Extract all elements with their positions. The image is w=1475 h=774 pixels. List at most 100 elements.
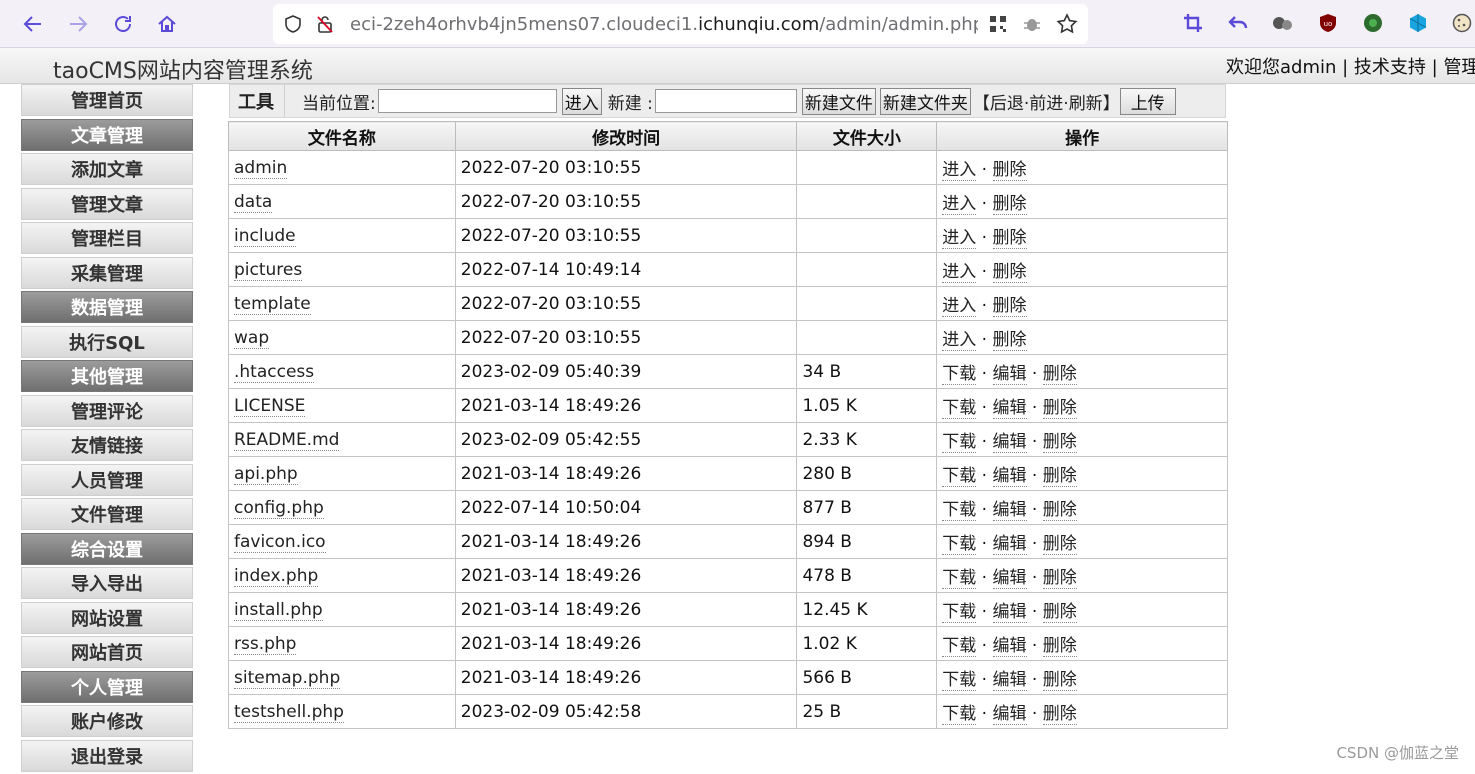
download-link[interactable]: 下载 bbox=[942, 602, 976, 623]
file-name-link[interactable]: wap bbox=[234, 328, 269, 349]
forward-link[interactable]: 前进 bbox=[1029, 94, 1063, 114]
download-link[interactable]: 下载 bbox=[942, 500, 976, 521]
file-name-link[interactable]: data bbox=[234, 192, 272, 213]
upload-button[interactable]: 上传 bbox=[1120, 88, 1176, 115]
forward-arrow-icon[interactable] bbox=[64, 10, 92, 38]
enter-button[interactable]: 进入 bbox=[562, 88, 602, 115]
reload-icon[interactable] bbox=[109, 10, 137, 38]
download-link[interactable]: 下载 bbox=[942, 364, 976, 385]
file-name-link[interactable]: include bbox=[234, 226, 296, 247]
bug-icon[interactable] bbox=[1020, 12, 1044, 36]
delete-link[interactable]: 删除 bbox=[1043, 704, 1077, 725]
edit-link[interactable]: 编辑 bbox=[993, 500, 1027, 521]
extension-balls-icon[interactable] bbox=[1271, 11, 1295, 35]
delete-link[interactable]: 删除 bbox=[1043, 364, 1077, 385]
delete-link[interactable]: 删除 bbox=[1043, 568, 1077, 589]
delete-link[interactable]: 删除 bbox=[993, 262, 1027, 283]
sidebar-item[interactable]: 文件管理 bbox=[21, 498, 193, 530]
delete-link[interactable]: 删除 bbox=[1043, 636, 1077, 657]
delete-link[interactable]: 删除 bbox=[993, 160, 1027, 181]
file-name-link[interactable]: rss.php bbox=[234, 634, 296, 655]
download-link[interactable]: 下载 bbox=[942, 670, 976, 691]
new-file-button[interactable]: 新建文件 bbox=[802, 88, 876, 115]
enter-link[interactable]: 进入 bbox=[942, 228, 976, 249]
delete-link[interactable]: 删除 bbox=[993, 330, 1027, 351]
edit-link[interactable]: 编辑 bbox=[993, 670, 1027, 691]
sidebar-item[interactable]: 账户修改 bbox=[21, 705, 193, 737]
sidebar-item[interactable]: 友情链接 bbox=[21, 429, 193, 461]
delete-link[interactable]: 删除 bbox=[1043, 500, 1077, 521]
enter-link[interactable]: 进入 bbox=[942, 296, 976, 317]
enter-link[interactable]: 进入 bbox=[942, 160, 976, 181]
download-link[interactable]: 下载 bbox=[942, 704, 976, 725]
extension-cube-icon[interactable] bbox=[1406, 11, 1430, 35]
sidebar-item[interactable]: 管理文章 bbox=[21, 188, 193, 220]
file-name-link[interactable]: favicon.ico bbox=[234, 532, 326, 553]
refresh-link[interactable]: 刷新 bbox=[1069, 94, 1103, 114]
edit-link[interactable]: 编辑 bbox=[993, 704, 1027, 725]
enter-link[interactable]: 进入 bbox=[942, 194, 976, 215]
file-name-link[interactable]: LICENSE bbox=[234, 396, 305, 417]
new-name-input[interactable] bbox=[655, 89, 797, 113]
download-link[interactable]: 下载 bbox=[942, 568, 976, 589]
file-name-link[interactable]: install.php bbox=[234, 600, 323, 621]
ublock-icon[interactable]: uo bbox=[1316, 11, 1340, 35]
cookie-icon[interactable] bbox=[1450, 11, 1474, 35]
extension-green-icon[interactable] bbox=[1361, 11, 1385, 35]
delete-link[interactable]: 删除 bbox=[1043, 602, 1077, 623]
url-text[interactable]: eci-2zeh4orhvb4jn5mens07.cloudeci1.ichun… bbox=[350, 14, 978, 35]
star-icon[interactable] bbox=[1055, 12, 1079, 36]
tech-support-link[interactable]: 技术支持 bbox=[1354, 57, 1426, 78]
enter-link[interactable]: 进入 bbox=[942, 330, 976, 351]
home-icon[interactable] bbox=[153, 10, 181, 38]
location-input[interactable] bbox=[378, 89, 557, 113]
file-name-link[interactable]: admin bbox=[234, 158, 287, 179]
file-name-link[interactable]: index.php bbox=[234, 566, 318, 587]
delete-link[interactable]: 删除 bbox=[1043, 432, 1077, 453]
download-link[interactable]: 下载 bbox=[942, 432, 976, 453]
download-link[interactable]: 下载 bbox=[942, 466, 976, 487]
edit-link[interactable]: 编辑 bbox=[993, 602, 1027, 623]
sidebar-item[interactable]: 网站设置 bbox=[21, 602, 193, 634]
sidebar-item[interactable]: 管理栏目 bbox=[21, 222, 193, 254]
edit-link[interactable]: 编辑 bbox=[993, 432, 1027, 453]
admin-home-link[interactable]: 管理首 bbox=[1443, 57, 1475, 78]
download-link[interactable]: 下载 bbox=[942, 398, 976, 419]
undo-icon[interactable] bbox=[1226, 11, 1250, 35]
delete-link[interactable]: 删除 bbox=[1043, 534, 1077, 555]
sidebar-item[interactable]: 采集管理 bbox=[21, 257, 193, 289]
download-link[interactable]: 下载 bbox=[942, 636, 976, 657]
file-name-link[interactable]: .htaccess bbox=[234, 362, 314, 383]
delete-link[interactable]: 删除 bbox=[993, 194, 1027, 215]
file-name-link[interactable]: pictures bbox=[234, 260, 302, 281]
file-name-link[interactable]: template bbox=[234, 294, 311, 315]
sidebar-item[interactable]: 退出登录 bbox=[21, 740, 193, 772]
qr-code-icon[interactable] bbox=[986, 12, 1010, 36]
edit-link[interactable]: 编辑 bbox=[993, 636, 1027, 657]
shield-icon[interactable] bbox=[281, 12, 305, 36]
delete-link[interactable]: 删除 bbox=[993, 228, 1027, 249]
edit-link[interactable]: 编辑 bbox=[993, 398, 1027, 419]
delete-link[interactable]: 删除 bbox=[1043, 466, 1077, 487]
sidebar-item[interactable]: 人员管理 bbox=[21, 464, 193, 496]
sidebar-item[interactable]: 管理首页 bbox=[21, 84, 193, 116]
edit-link[interactable]: 编辑 bbox=[993, 568, 1027, 589]
new-folder-button[interactable]: 新建文件夹 bbox=[880, 88, 971, 115]
delete-link[interactable]: 删除 bbox=[1043, 398, 1077, 419]
file-name-link[interactable]: config.php bbox=[234, 498, 324, 519]
enter-link[interactable]: 进入 bbox=[942, 262, 976, 283]
download-link[interactable]: 下载 bbox=[942, 534, 976, 555]
file-name-link[interactable]: sitemap.php bbox=[234, 668, 340, 689]
sidebar-item[interactable]: 添加文章 bbox=[21, 153, 193, 185]
back-arrow-icon[interactable] bbox=[19, 10, 47, 38]
sidebar-item[interactable]: 网站首页 bbox=[21, 636, 193, 668]
address-bar[interactable]: eci-2zeh4orhvb4jn5mens07.cloudeci1.ichun… bbox=[273, 4, 1088, 44]
sidebar-item[interactable]: 执行SQL bbox=[21, 326, 193, 358]
insecure-lock-icon[interactable] bbox=[313, 12, 337, 36]
sidebar-item[interactable]: 管理评论 bbox=[21, 395, 193, 427]
file-name-link[interactable]: api.php bbox=[234, 464, 298, 485]
delete-link[interactable]: 删除 bbox=[993, 296, 1027, 317]
edit-link[interactable]: 编辑 bbox=[993, 466, 1027, 487]
edit-link[interactable]: 编辑 bbox=[993, 534, 1027, 555]
file-name-link[interactable]: testshell.php bbox=[234, 702, 344, 723]
